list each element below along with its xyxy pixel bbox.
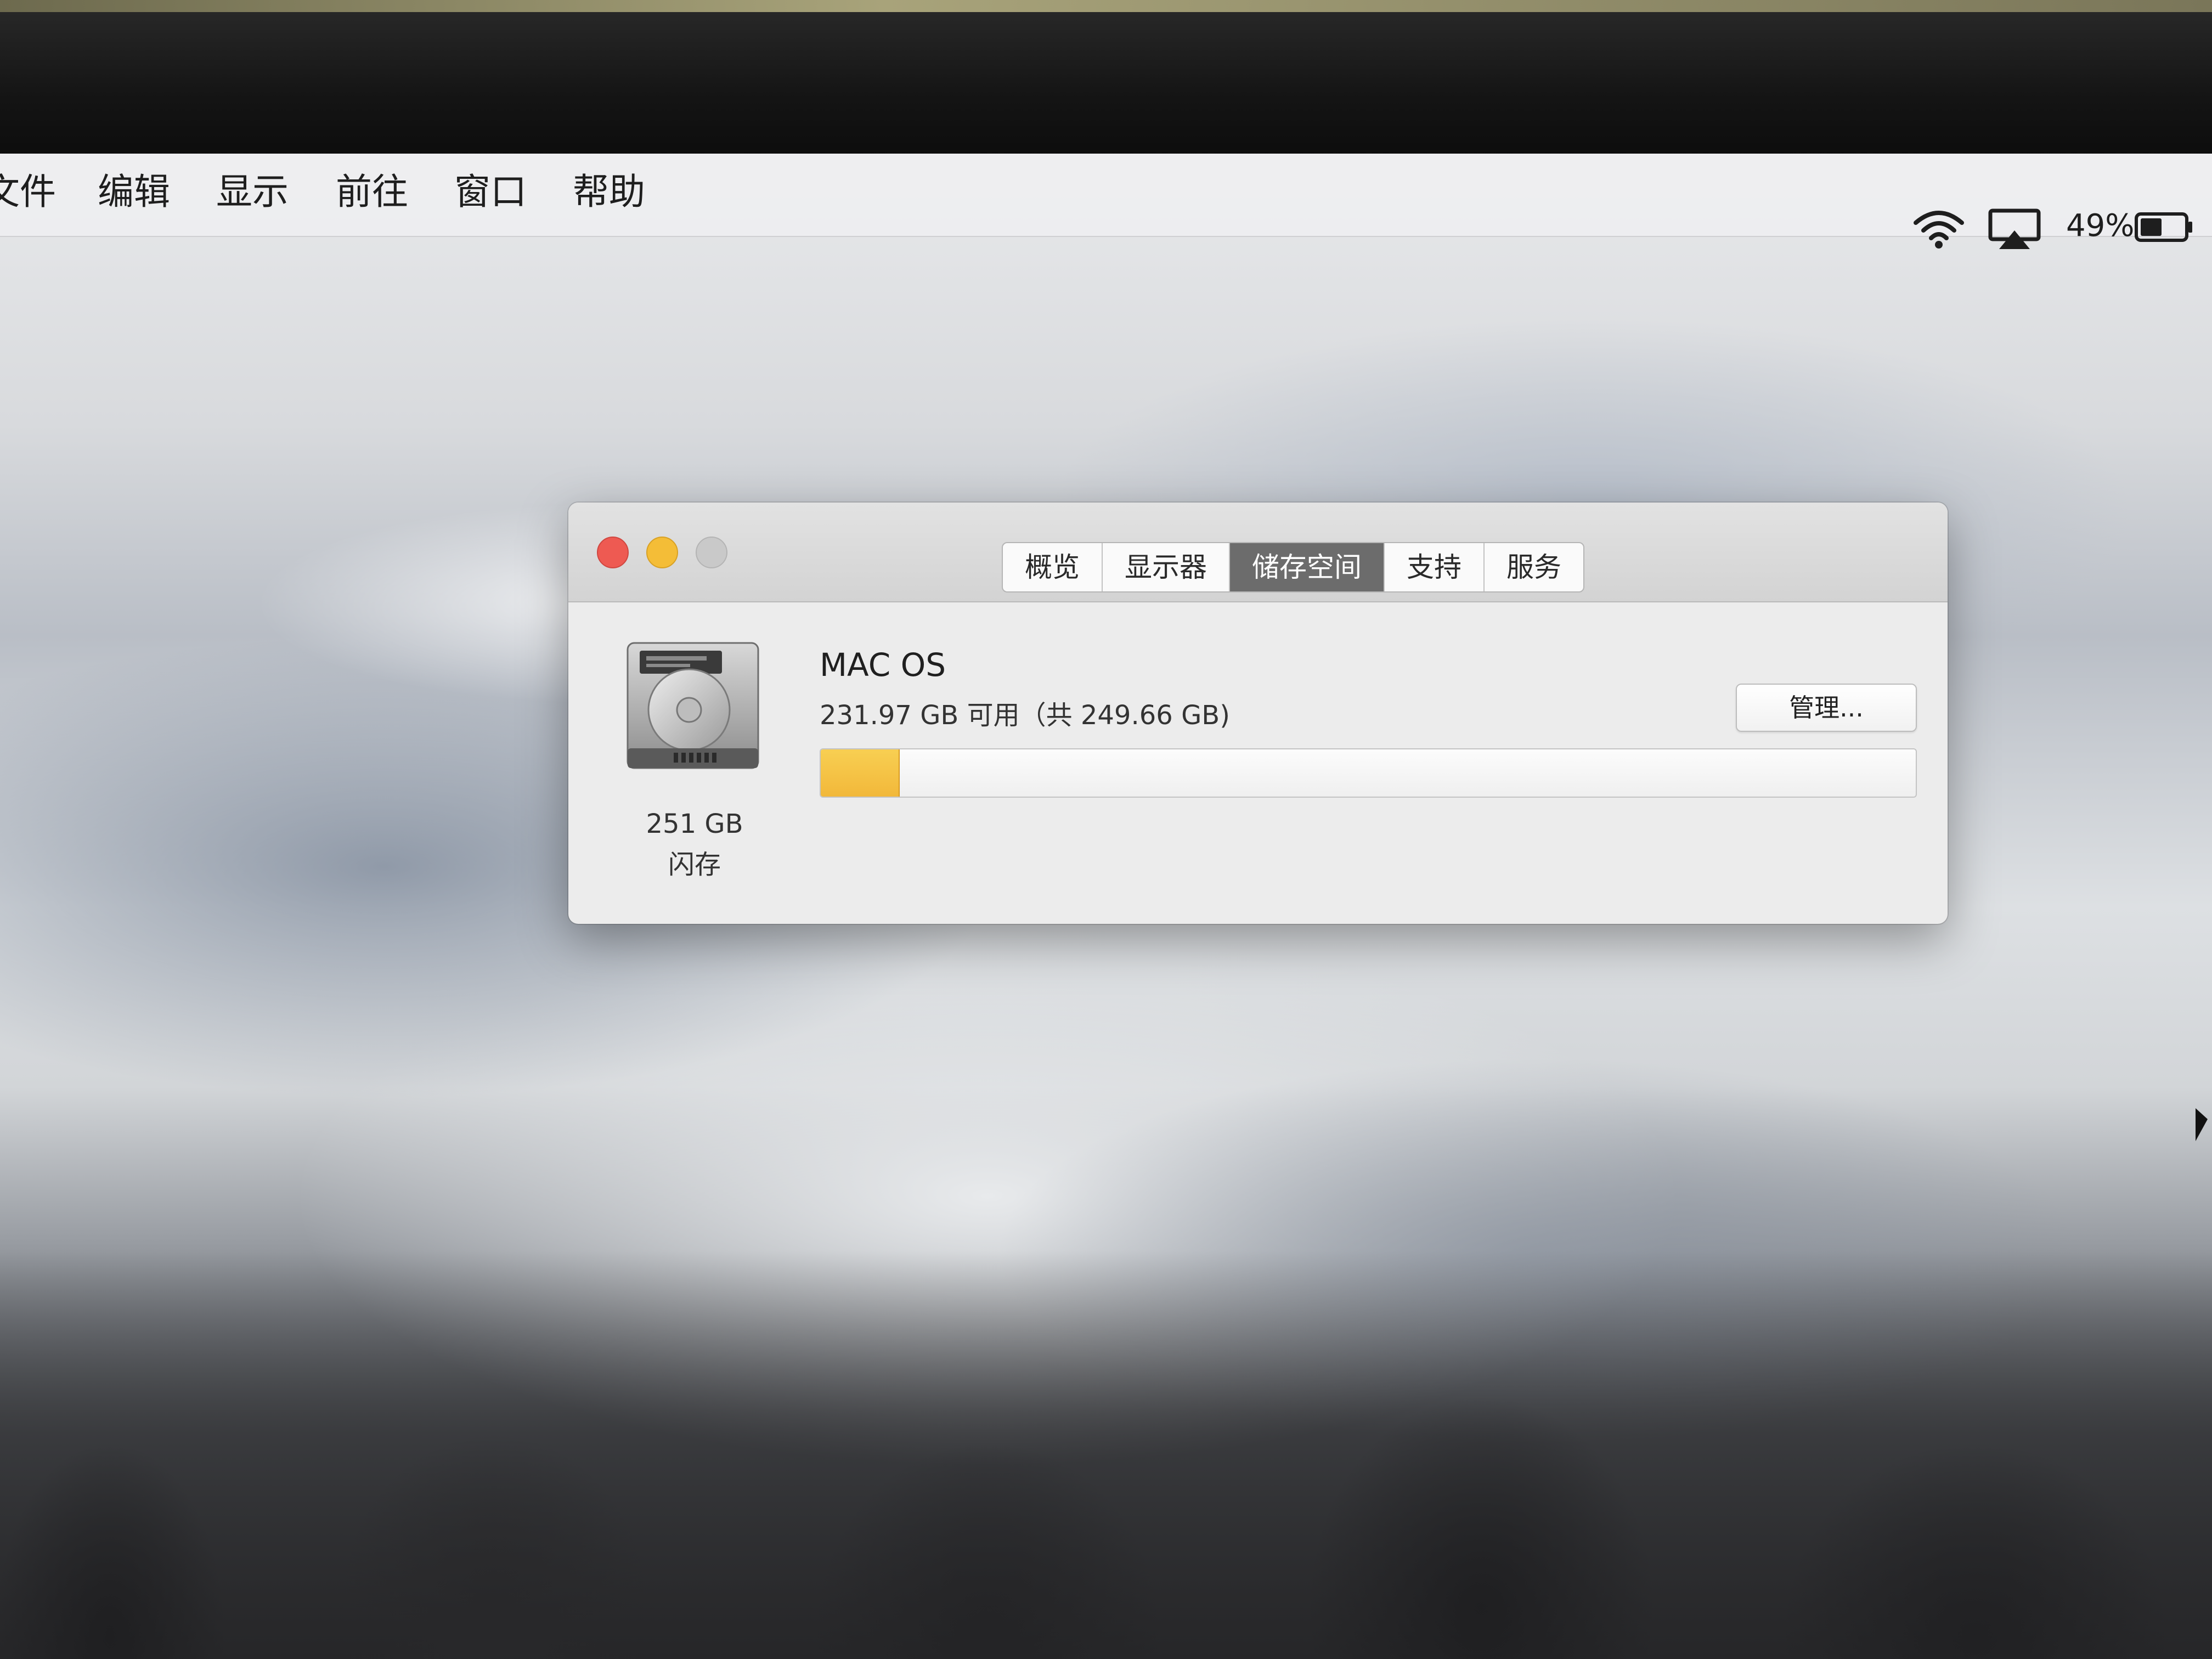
- tab-overview[interactable]: 概览: [1003, 543, 1103, 591]
- mouse-cursor-icon: [2196, 1108, 2208, 1141]
- manage-button[interactable]: 管理...: [1736, 684, 1917, 732]
- storage-used-segment: [821, 749, 900, 797]
- monitor-bezel: [0, 0, 2212, 165]
- menu-view[interactable]: 显示: [216, 170, 289, 214]
- tab-bar: 概览 显示器 储存空间 支持 服务: [1002, 542, 1584, 592]
- about-this-mac-window: 概览 显示器 储存空间 支持 服务 251 GB 闪存 MAC OS 231.9…: [568, 503, 1948, 924]
- volume-name: MAC OS: [820, 646, 946, 684]
- wallpaper-trees: [0, 1251, 2212, 1659]
- tab-support[interactable]: 支持: [1385, 543, 1485, 591]
- zoom-button[interactable]: [696, 537, 727, 568]
- window-titlebar[interactable]: 概览 显示器 储存空间 支持 服务: [568, 503, 1948, 602]
- menu-bar: 文件 编辑 显示 前往 窗口 帮助 49%: [0, 154, 2212, 249]
- wifi-icon[interactable]: [1911, 206, 1966, 250]
- menu-window[interactable]: 窗口: [454, 170, 527, 214]
- menu-go[interactable]: 前往: [336, 170, 408, 214]
- storage-usage-bar: [820, 748, 1917, 798]
- close-button[interactable]: [597, 537, 629, 568]
- volume-capacity-info: 231.97 GB 可用（共 249.66 GB): [820, 700, 1230, 731]
- airplay-icon[interactable]: [1987, 207, 2042, 251]
- tab-service[interactable]: 服务: [1485, 543, 1583, 591]
- disk-type-label: 闪存: [668, 849, 721, 880]
- disk-capacity-label: 251 GB: [646, 809, 743, 839]
- tab-storage[interactable]: 储存空间: [1230, 543, 1385, 591]
- minimize-button[interactable]: [646, 537, 678, 568]
- menu-file[interactable]: 文件: [0, 170, 56, 214]
- hard-drive-icon: [627, 642, 759, 769]
- menu-help[interactable]: 帮助: [573, 170, 645, 214]
- battery-percentage[interactable]: 49%: [2066, 208, 2134, 244]
- tab-displays[interactable]: 显示器: [1103, 543, 1230, 591]
- battery-icon[interactable]: [2134, 211, 2194, 244]
- menu-edit[interactable]: 编辑: [98, 170, 170, 214]
